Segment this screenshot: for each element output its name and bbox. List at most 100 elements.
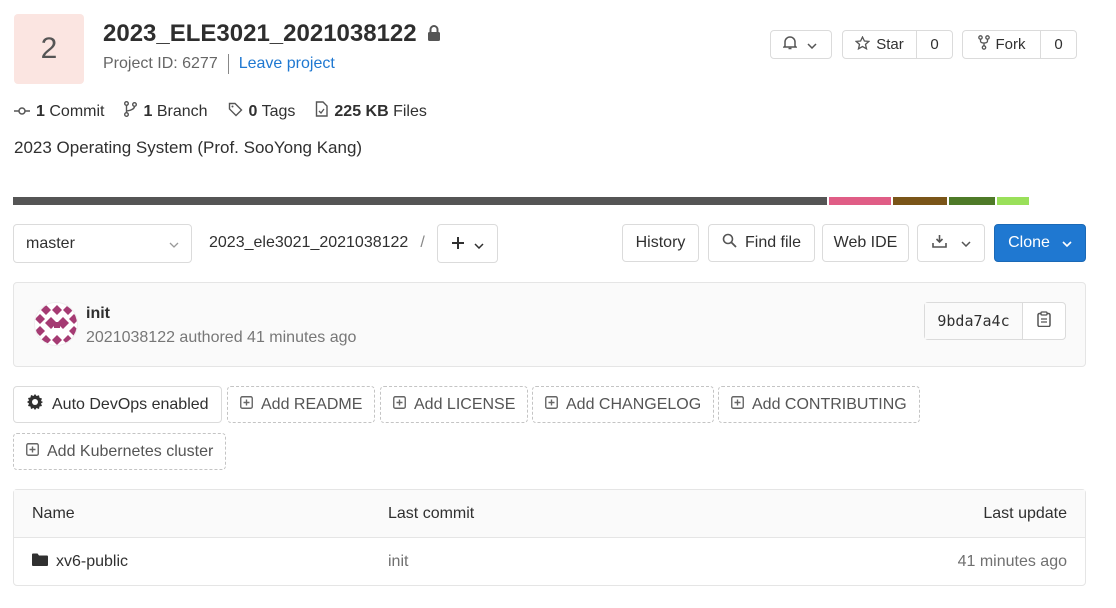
project-name: 2023_ELE3021_2021038122 xyxy=(103,20,417,47)
plus-icon xyxy=(451,233,464,254)
commits-stat[interactable]: 1 Commit xyxy=(14,103,104,121)
plus-square-icon xyxy=(26,442,39,461)
chevron-down-icon xyxy=(807,36,817,53)
last-commit-panel: init 2021038122 authored 41 minutes ago … xyxy=(13,282,1086,367)
language-segment[interactable] xyxy=(829,197,891,205)
file-tree-table: Name Last commit Last update xv6-public … xyxy=(13,489,1086,586)
add-contributing-button[interactable]: Add CONTRIBUTING xyxy=(718,386,920,423)
language-segment[interactable] xyxy=(997,197,1029,205)
copy-sha-button[interactable] xyxy=(1023,303,1065,339)
header-name: Name xyxy=(32,505,75,522)
language-segment[interactable] xyxy=(949,197,995,205)
add-changelog-button[interactable]: Add CHANGELOG xyxy=(532,386,715,423)
plus-square-icon xyxy=(393,395,406,414)
tags-stat[interactable]: 0 Tags xyxy=(228,102,296,122)
plus-square-icon xyxy=(240,395,253,414)
commit-sha-group: 9bda7a4c xyxy=(924,302,1066,340)
header-last-commit: Last commit xyxy=(388,505,475,522)
plus-square-icon xyxy=(545,395,558,414)
chevron-down-icon xyxy=(960,234,971,252)
fork-count[interactable]: 0 xyxy=(1040,31,1076,58)
project-subtitle: Project ID: 6277 Leave project xyxy=(103,54,335,74)
commit-title[interactable]: init xyxy=(86,305,110,323)
file-icon xyxy=(315,101,329,122)
auto-devops-button[interactable]: Auto DevOps enabled xyxy=(13,386,222,423)
branch-selector[interactable]: master xyxy=(13,224,192,263)
author-avatar[interactable] xyxy=(34,302,78,346)
language-segment[interactable] xyxy=(13,197,827,205)
add-changelog-label: Add CHANGELOG xyxy=(566,395,702,413)
project-stats: 1 Commit 1 Branch 0 Tags 225 KB Files xyxy=(14,101,427,122)
folder-icon xyxy=(32,553,48,571)
file-name-cell[interactable]: xv6-public xyxy=(32,553,128,571)
commits-count: 1 xyxy=(36,102,45,120)
download-dropdown[interactable] xyxy=(917,224,985,262)
tags-count: 0 xyxy=(248,102,258,120)
repository-language-bar[interactable] xyxy=(13,197,1086,205)
notification-dropdown[interactable] xyxy=(770,30,832,59)
table-row[interactable]: xv6-public init 41 minutes ago xyxy=(14,538,1085,586)
breadcrumb-repo[interactable]: 2023_ele3021_2021038122 xyxy=(209,234,408,252)
breadcrumb-separator: / xyxy=(420,234,425,251)
plus-square-icon xyxy=(731,395,744,414)
add-readme-label: Add README xyxy=(261,395,363,413)
tag-icon xyxy=(228,102,243,122)
star-button[interactable]: Star 0 xyxy=(842,30,953,59)
add-contributing-label: Add CONTRIBUTING xyxy=(752,395,907,413)
row-last-update: 41 minutes ago xyxy=(957,553,1067,570)
branches-stat[interactable]: 1 Branch xyxy=(124,101,208,122)
branch-name: master xyxy=(26,234,75,252)
add-k8s-label: Add Kubernetes cluster xyxy=(47,442,214,460)
add-kubernetes-cluster-button[interactable]: Add Kubernetes cluster xyxy=(13,433,227,470)
files-size: 225 KB xyxy=(334,102,389,120)
download-icon xyxy=(931,234,947,253)
web-ide-button[interactable]: Web IDE xyxy=(822,224,909,262)
commit-icon xyxy=(14,103,30,121)
auto-devops-label: Auto DevOps enabled xyxy=(52,395,209,413)
leave-project-link[interactable]: Leave project xyxy=(239,55,335,73)
branches-count: 1 xyxy=(143,102,153,120)
fork-button[interactable]: Fork 0 xyxy=(962,30,1077,59)
divider xyxy=(227,54,229,74)
project-avatar: 2 xyxy=(14,14,84,84)
gear-icon xyxy=(26,393,44,416)
star-icon xyxy=(854,34,871,54)
add-license-button[interactable]: Add LICENSE xyxy=(380,386,529,423)
add-readme-button[interactable]: Add README xyxy=(227,386,376,423)
star-count[interactable]: 0 xyxy=(916,31,952,58)
branches-label: Branch xyxy=(156,102,208,120)
chevron-down-icon xyxy=(1062,234,1072,252)
table-header: Name Last commit Last update xyxy=(14,490,1085,538)
chevron-down-icon xyxy=(473,233,484,254)
file-name[interactable]: xv6-public xyxy=(56,553,128,571)
commit-sha[interactable]: 9bda7a4c xyxy=(925,303,1023,339)
add-license-label: Add LICENSE xyxy=(414,395,516,413)
find-file-label: Find file xyxy=(744,234,802,251)
project-id: Project ID: 6277 xyxy=(103,55,218,72)
clipboard-icon xyxy=(1037,310,1051,332)
search-icon xyxy=(722,233,737,253)
header-last-update: Last update xyxy=(983,505,1067,522)
tags-label: Tags xyxy=(261,102,296,120)
project-description: 2023 Operating System (Prof. SooYong Kan… xyxy=(14,138,363,157)
language-segment[interactable] xyxy=(893,197,947,205)
star-label: Star xyxy=(876,36,904,53)
commit-meta: 2021038122 authored 41 minutes ago xyxy=(86,329,357,346)
fork-label: Fork xyxy=(995,36,1026,53)
clone-label: Clone xyxy=(1008,234,1050,251)
project-title: 2023_ELE3021_2021038122 xyxy=(103,20,441,48)
breadcrumb: 2023_ele3021_2021038122 / xyxy=(209,234,425,252)
chevron-down-icon xyxy=(169,235,179,253)
files-stat[interactable]: 225 KB Files xyxy=(315,101,427,122)
lock-icon xyxy=(427,20,441,48)
history-button[interactable]: History xyxy=(622,224,699,262)
commits-label: Commit xyxy=(49,102,105,120)
branch-icon xyxy=(124,101,138,122)
row-last-commit[interactable]: init xyxy=(388,553,408,571)
fork-icon xyxy=(977,35,990,54)
clone-dropdown[interactable]: Clone xyxy=(994,224,1086,262)
add-file-dropdown[interactable] xyxy=(437,224,498,263)
files-label: Files xyxy=(393,102,427,120)
find-file-button[interactable]: Find file xyxy=(708,224,815,262)
bell-icon xyxy=(782,35,798,54)
